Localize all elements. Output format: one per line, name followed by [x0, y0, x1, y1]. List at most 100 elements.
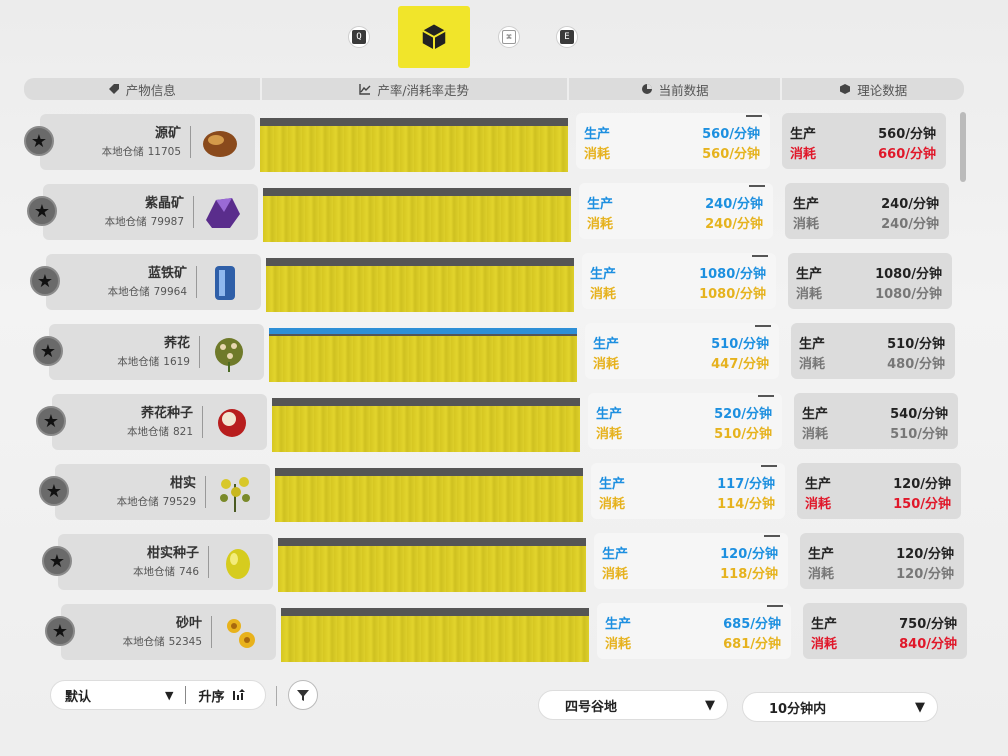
- favorite-star-button[interactable]: ★: [45, 616, 75, 646]
- trend-chart: [272, 398, 580, 452]
- current-consume-rate: 510/分钟: [714, 427, 772, 442]
- product-info-card[interactable]: 柑实种子 本地仓储 746: [58, 534, 273, 590]
- local-stock-value: 52345: [168, 636, 202, 648]
- favorite-star-button[interactable]: ★: [24, 126, 54, 156]
- sort-order-icon[interactable]: [232, 689, 246, 701]
- current-produce-rate: 685/分钟: [723, 617, 781, 632]
- sort-field-select[interactable]: 默认: [65, 686, 165, 705]
- tab-e[interactable]: E: [556, 26, 578, 48]
- product-name: 紫晶矿: [144, 196, 184, 211]
- trend-chart: [266, 258, 574, 312]
- local-stock: 本地仓储 11705: [102, 144, 181, 159]
- caret-down-icon[interactable]: ▼: [165, 689, 173, 702]
- product-info-card[interactable]: 柑实 本地仓储 79529: [55, 464, 270, 520]
- local-stock: 本地仓储 79964: [108, 284, 187, 299]
- divider: [276, 686, 277, 706]
- current-consume-rate: 118/分钟: [720, 567, 778, 582]
- favorite-star-button[interactable]: ★: [36, 406, 66, 436]
- consume-label: 消耗: [811, 637, 838, 652]
- consume-label: 消耗: [799, 357, 826, 372]
- header-theory: 理论数据: [782, 78, 964, 100]
- product-info-card[interactable]: 紫晶矿 本地仓储 79987: [43, 184, 258, 240]
- product-info-card[interactable]: 蓝铁矿 本地仓储 79964: [46, 254, 261, 310]
- divider: [190, 126, 191, 158]
- area-select-value: 四号谷地: [565, 699, 618, 715]
- current-produce-rate: 510/分钟: [711, 337, 769, 352]
- current-consume-rate: 1080/分钟: [699, 287, 766, 302]
- theory-data-card: 生产 750/分钟 消耗 840/分钟: [803, 603, 967, 659]
- area-select[interactable]: 四号谷地 ▼: [538, 690, 728, 720]
- factory-stats-screen: Q ⌘ E 产物信息 产率/消耗率走势 当前数据 理论数据 源矿 本地仓储 11…: [0, 0, 1008, 756]
- tag-icon: [108, 84, 119, 94]
- cube-icon: [840, 84, 851, 94]
- favorite-star-button[interactable]: ★: [30, 266, 60, 296]
- mini-indicator: [752, 255, 768, 257]
- star-icon: ★: [42, 410, 60, 432]
- current-produce-rate: 1080/分钟: [699, 267, 766, 282]
- favorite-star-button[interactable]: ★: [33, 336, 63, 366]
- mini-indicator: [767, 605, 783, 607]
- product-row[interactable]: 紫晶矿 本地仓储 79987 ★ 生产 240/分钟 消耗 240/分钟 生产 2…: [23, 180, 973, 242]
- header-current-label: 当前数据: [658, 82, 709, 98]
- theory-data-card: 生产 540/分钟 消耗 510/分钟: [794, 393, 958, 449]
- produce-label: 生产: [796, 267, 823, 282]
- citrus-seed-icon: [226, 549, 250, 579]
- header-product-info-label: 产物信息: [125, 82, 176, 98]
- product-row[interactable]: 荞花 本地仓储 1619 ★ 生产 510/分钟 消耗 447/分钟 生产 510…: [29, 320, 979, 382]
- tab-products[interactable]: [398, 6, 470, 68]
- theory-produce-rate: 540/分钟: [890, 407, 948, 422]
- current-produce-rate: 117/分钟: [717, 477, 775, 492]
- consume-label: 消耗: [590, 287, 617, 302]
- product-info-card[interactable]: 荞花种子 本地仓储 821: [52, 394, 267, 450]
- sort-control: 默认 ▼ 升序: [50, 680, 266, 710]
- theory-produce-rate: 240/分钟: [881, 197, 939, 212]
- product-row[interactable]: 砂叶 本地仓储 52345 ★ 生产 685/分钟 消耗 681/分钟 生产 75…: [41, 600, 991, 662]
- time-range-select[interactable]: 10分钟内 ▼: [742, 692, 938, 722]
- divider: [193, 196, 194, 228]
- consume-label: 消耗: [796, 287, 823, 302]
- product-info-card[interactable]: 砂叶 本地仓储 52345: [61, 604, 276, 660]
- mini-indicator: [764, 535, 780, 537]
- current-data-card: 生产 510/分钟 消耗 447/分钟: [585, 323, 779, 379]
- divider: [208, 546, 209, 578]
- favorite-star-button[interactable]: ★: [42, 546, 72, 576]
- theory-data-card: 生产 120/分钟 消耗 150/分钟: [797, 463, 961, 519]
- sort-order-button[interactable]: 升序: [198, 686, 224, 705]
- trend-chart: [269, 328, 577, 382]
- consume-label: 消耗: [587, 217, 614, 232]
- current-consume-rate: 447/分钟: [711, 357, 769, 372]
- mini-indicator: [755, 325, 771, 327]
- product-name: 柑实种子: [146, 546, 199, 561]
- scrollbar[interactable]: [960, 112, 966, 182]
- product-info-card[interactable]: 荞花 本地仓储 1619: [49, 324, 264, 380]
- product-row[interactable]: 蓝铁矿 本地仓储 79964 ★ 生产 1080/分钟 消耗 1080/分钟 生产…: [26, 250, 976, 312]
- tab-hex[interactable]: ⌘: [498, 26, 520, 48]
- product-row[interactable]: 荞花种子 本地仓储 821 ★ 生产 520/分钟 消耗 510/分钟 生产 54…: [32, 390, 982, 452]
- filter-button[interactable]: [288, 680, 318, 710]
- mini-indicator: [749, 185, 765, 187]
- tab-q[interactable]: Q: [348, 26, 370, 48]
- product-row[interactable]: 源矿 本地仓储 11705 ★ 生产 560/分钟 消耗 560/分钟 生产 56…: [20, 110, 970, 172]
- consume-label: 消耗: [805, 497, 832, 512]
- divider: [196, 266, 197, 298]
- local-stock-label: 本地仓储: [101, 146, 144, 158]
- consume-label: 消耗: [793, 217, 820, 232]
- current-data-card: 生产 1080/分钟 消耗 1080/分钟: [582, 253, 776, 309]
- buckwheat-flower-icon: [215, 338, 243, 372]
- product-info-card[interactable]: 源矿 本地仓储 11705: [40, 114, 255, 170]
- product-row[interactable]: 柑实 本地仓储 79529 ★ 生产 117/分钟 消耗 114/分钟 生产 12…: [35, 460, 985, 522]
- produce-label: 生产: [790, 127, 817, 142]
- theory-produce-rate: 510/分钟: [887, 337, 945, 352]
- favorite-star-button[interactable]: ★: [27, 196, 57, 226]
- star-icon: ★: [39, 340, 57, 362]
- local-stock-label: 本地仓储: [117, 356, 160, 368]
- hex-icon: ⌘: [502, 30, 516, 44]
- current-consume-rate: 114/分钟: [717, 497, 775, 512]
- favorite-star-button[interactable]: ★: [39, 476, 69, 506]
- produce-label: 生产: [808, 547, 835, 562]
- produce-label: 生产: [590, 267, 617, 282]
- caret-down-icon: ▼: [705, 697, 715, 713]
- product-row[interactable]: 柑实种子 本地仓储 746 ★ 生产 120/分钟 消耗 118/分钟 生产 12…: [38, 530, 988, 592]
- current-produce-rate: 560/分钟: [702, 127, 760, 142]
- theory-consume-rate: 480/分钟: [887, 357, 945, 372]
